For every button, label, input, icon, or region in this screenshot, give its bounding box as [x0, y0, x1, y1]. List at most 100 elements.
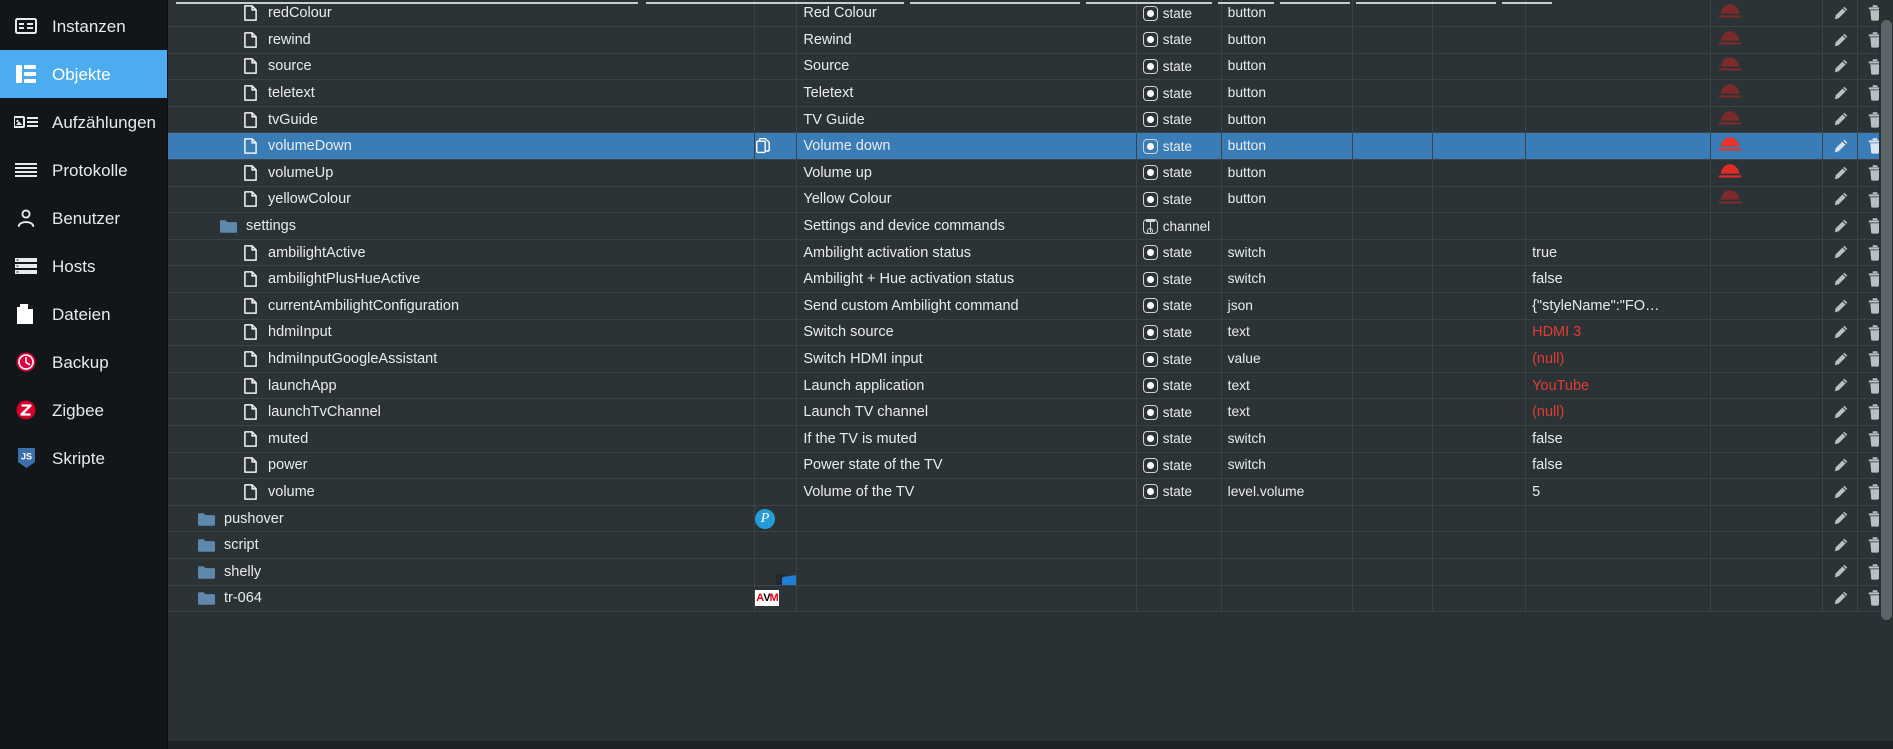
row-button-cell[interactable]	[1710, 372, 1824, 400]
edit-button[interactable]	[1822, 292, 1858, 320]
edit-button[interactable]	[1822, 159, 1858, 187]
row-button-cell[interactable]	[1710, 159, 1824, 187]
sidebar-item-skripte[interactable]: JS Skripte	[0, 434, 167, 482]
table-row[interactable]: launchApp Launch application state text …	[168, 372, 1893, 400]
row-name-cell[interactable]: currentAmbilightConfiguration	[168, 292, 755, 320]
row-value-cell[interactable]: (null)	[1525, 398, 1711, 426]
row-value-cell[interactable]	[1525, 79, 1711, 107]
row-button-cell[interactable]	[1710, 505, 1824, 533]
row-name-cell[interactable]: tr-064	[168, 585, 755, 613]
row-value-cell[interactable]	[1525, 132, 1711, 161]
sidebar-item-dateien[interactable]: Dateien	[0, 290, 167, 338]
copy-icon[interactable]	[755, 138, 773, 154]
row-button-cell[interactable]	[1710, 106, 1824, 134]
row-name-cell[interactable]: yellowColour	[168, 186, 755, 214]
row-value-cell[interactable]: 5	[1525, 478, 1711, 506]
sidebar-item-aufz-hlungen[interactable]: Aufzählungen	[0, 98, 167, 146]
row-name-cell[interactable]: launchApp	[168, 372, 755, 400]
table-row[interactable]: hdmiInput Switch source state text HDMI …	[168, 319, 1893, 347]
row-value-cell[interactable]	[1525, 53, 1711, 81]
row-value-cell[interactable]: YouTube	[1525, 372, 1711, 400]
row-name-cell[interactable]: volume	[168, 478, 755, 506]
row-name-cell[interactable]: hdmiInput	[168, 319, 755, 347]
row-button-cell[interactable]	[1710, 186, 1824, 214]
table-row[interactable]: ambilightPlusHueActive Ambilight + Hue a…	[168, 265, 1893, 294]
table-row[interactable]: currentAmbilightConfiguration Send custo…	[168, 292, 1893, 320]
row-name-cell[interactable]: hdmiInputGoogleAssistant	[168, 345, 755, 373]
edit-button[interactable]	[1822, 53, 1858, 81]
table-row[interactable]: yellowColour Yellow Colour state button	[168, 186, 1893, 214]
row-name-cell[interactable]: tvGuide	[168, 106, 755, 134]
row-button-cell[interactable]	[1710, 132, 1824, 161]
row-name-cell[interactable]: settings	[168, 212, 755, 240]
edit-button[interactable]	[1822, 585, 1858, 613]
table-row[interactable]: teletext Teletext state button	[168, 79, 1893, 107]
row-button-cell[interactable]	[1710, 558, 1824, 586]
row-button-cell[interactable]	[1710, 425, 1824, 453]
row-button-cell[interactable]	[1710, 79, 1824, 107]
edit-button[interactable]	[1822, 398, 1858, 426]
row-button-cell[interactable]	[1710, 319, 1824, 347]
table-row[interactable]: shelly	[168, 558, 1893, 586]
push-button-icon[interactable]	[1717, 137, 1743, 156]
edit-button[interactable]	[1822, 478, 1858, 506]
row-value-cell[interactable]	[1525, 505, 1711, 533]
row-button-cell[interactable]	[1710, 212, 1824, 240]
sidebar-item-backup[interactable]: Backup	[0, 338, 167, 386]
push-button-icon[interactable]	[1717, 190, 1743, 209]
sidebar-item-benutzer[interactable]: Benutzer	[0, 194, 167, 242]
table-row[interactable]: tr-064 AVM	[168, 585, 1893, 613]
edit-button[interactable]	[1822, 106, 1858, 134]
row-name-cell[interactable]: pushover	[168, 505, 755, 533]
sidebar-item-instanzen[interactable]: Instanzen	[0, 2, 167, 50]
row-button-cell[interactable]	[1710, 398, 1824, 426]
row-name-cell[interactable]: volumeUp	[168, 159, 755, 187]
edit-button[interactable]	[1822, 425, 1858, 453]
row-name-cell[interactable]: ambilightActive	[168, 239, 755, 267]
row-button-cell[interactable]	[1710, 531, 1824, 559]
table-row[interactable]: script	[168, 531, 1893, 559]
row-name-cell[interactable]: shelly	[168, 558, 755, 586]
row-button-cell[interactable]	[1710, 292, 1824, 320]
push-button-icon[interactable]	[1717, 110, 1743, 130]
push-button-icon[interactable]	[1717, 84, 1743, 103]
push-button-icon[interactable]	[1717, 57, 1743, 76]
row-name-cell[interactable]: rewind	[168, 26, 755, 54]
row-value-cell[interactable]	[1525, 585, 1711, 613]
row-button-cell[interactable]	[1710, 26, 1824, 54]
row-name-cell[interactable]: source	[168, 53, 755, 81]
row-value-cell[interactable]: {"styleName":"FO…	[1525, 292, 1711, 320]
table-row[interactable]: volumeUp Volume up state button	[168, 159, 1893, 187]
edit-button[interactable]	[1822, 372, 1858, 400]
edit-button[interactable]	[1822, 212, 1858, 240]
row-value-cell[interactable]	[1525, 531, 1711, 559]
row-value-cell[interactable]	[1525, 558, 1711, 586]
vertical-scrollbar[interactable]	[1879, 0, 1893, 749]
push-button-icon[interactable]	[1717, 4, 1743, 23]
table-row[interactable]: pushover P	[168, 505, 1893, 533]
row-name-cell[interactable]: power	[168, 452, 755, 480]
row-value-cell[interactable]: HDMI 3	[1525, 319, 1711, 347]
table-row[interactable]: settings Settings and device commands ch…	[168, 212, 1893, 240]
edit-button[interactable]	[1822, 132, 1858, 161]
row-value-cell[interactable]	[1525, 159, 1711, 187]
table-row[interactable]: rewind Rewind state button	[168, 26, 1893, 54]
row-button-cell[interactable]	[1710, 239, 1824, 267]
row-name-cell[interactable]: teletext	[168, 79, 755, 107]
row-name-cell[interactable]: script	[168, 531, 755, 559]
edit-button[interactable]	[1822, 186, 1858, 214]
sidebar-item-hosts[interactable]: Hosts	[0, 242, 167, 290]
table-row[interactable]: volumeDown Volume down state button	[168, 132, 1893, 161]
table-row[interactable]: ambilightActive Ambilight activation sta…	[168, 239, 1893, 267]
table-row[interactable]: muted If the TV is muted state switch fa…	[168, 425, 1893, 453]
edit-button[interactable]	[1822, 319, 1858, 347]
table-row[interactable]: power Power state of the TV state switch…	[168, 452, 1893, 480]
row-button-cell[interactable]	[1710, 53, 1824, 81]
row-value-cell[interactable]: (null)	[1525, 345, 1711, 373]
row-value-cell[interactable]: false	[1525, 425, 1711, 453]
row-button-cell[interactable]	[1710, 452, 1824, 480]
row-button-cell[interactable]	[1710, 345, 1824, 373]
edit-button[interactable]	[1822, 505, 1858, 533]
row-button-cell[interactable]	[1710, 478, 1824, 506]
row-button-cell[interactable]	[1710, 265, 1824, 294]
